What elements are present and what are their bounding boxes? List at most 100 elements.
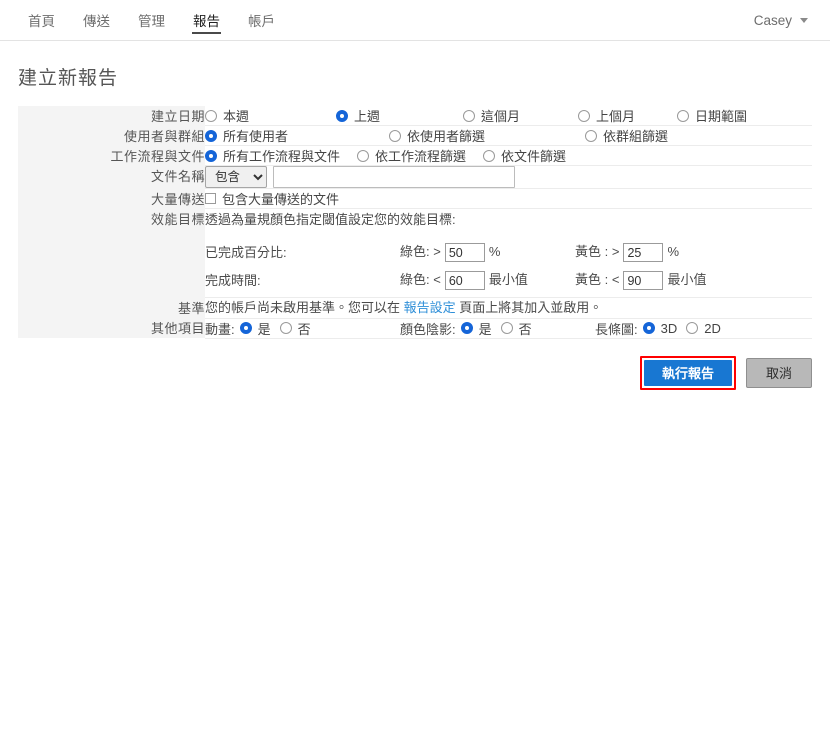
radio-label: 上個月 <box>596 109 636 124</box>
radio-icon[interactable] <box>279 322 292 335</box>
yellow-unit-label: % <box>667 244 679 259</box>
yellow-unit-label: 最小值 <box>667 272 707 288</box>
radio-option-animation-yes[interactable]: 是 <box>239 319 271 338</box>
field-workflows-documents: 所有工作流程與文件 依工作流程篩選 依文件篩選 <box>205 145 812 166</box>
radio-icon[interactable] <box>483 149 496 162</box>
cancel-button[interactable]: 取消 <box>746 357 812 388</box>
top-navigation-bar: 首頁 傳送 管理 報告 帳戶 Casey <box>0 0 830 41</box>
green-completed-percent-input[interactable] <box>444 243 485 263</box>
form-actions: 執行報告 取消 <box>18 355 812 390</box>
radio-icon[interactable] <box>686 322 699 335</box>
user-menu[interactable]: Casey <box>754 0 814 40</box>
nav-item-home[interactable]: 首頁 <box>14 0 69 40</box>
checkbox-include-mega-sign-documents[interactable]: 包含大量傳送的文件 <box>205 189 339 208</box>
radio-option-date-range[interactable]: 日期範圍 <box>677 106 790 125</box>
radio-option-color-shading-no[interactable]: 否 <box>500 319 532 338</box>
form-row-workflows-documents: 工作流程與文件 所有工作流程與文件 依工作流程篩選 依文件篩選 <box>18 145 812 166</box>
nav-item-label: 首頁 <box>28 14 55 29</box>
chevron-down-icon <box>800 17 808 23</box>
radio-option-last-month[interactable]: 上個月 <box>578 106 677 125</box>
performance-row-label: 已完成百分比: <box>205 245 287 261</box>
color-shading-option-group: 顏色陰影: 是 否 <box>400 319 595 338</box>
radio-icon-selected[interactable] <box>239 322 252 335</box>
radio-icon[interactable] <box>677 109 689 122</box>
green-unit-label: 最小值 <box>488 272 528 288</box>
radio-icon-selected[interactable] <box>205 149 217 162</box>
document-name-controls: 包含 <box>205 166 812 188</box>
radio-icon-selected[interactable] <box>460 322 473 335</box>
nav-item-label: 報告 <box>193 14 220 29</box>
radio-option-animation-no[interactable]: 否 <box>279 319 311 338</box>
radio-icon[interactable] <box>205 109 217 122</box>
yellow-completed-percent-input[interactable] <box>623 243 664 263</box>
label-other-items: 其他項目 <box>18 318 205 339</box>
radio-icon-selected[interactable] <box>205 129 217 142</box>
nav-item-account[interactable]: 帳戶 <box>234 0 289 40</box>
radio-option-all-users[interactable]: 所有使用者 <box>205 126 389 145</box>
nav-item-label: 管理 <box>138 14 165 29</box>
field-performance-goals: 透過為量規顏色指定閾值設定您的效能目標: 已完成百分比: 綠色: >% 黃色 :… <box>205 208 812 299</box>
nav-item-label: 傳送 <box>83 14 110 29</box>
document-name-input[interactable] <box>273 166 515 188</box>
radio-option-this-month[interactable]: 這個月 <box>463 106 578 125</box>
radio-label: 依工作流程篩選 <box>375 149 467 164</box>
color-shading-group-label: 顏色陰影: <box>400 321 456 337</box>
yellow-completion-time-input[interactable] <box>623 271 664 291</box>
report-settings-link[interactable]: 報告設定 <box>404 300 456 315</box>
radio-option-bar-chart-3d[interactable]: 3D <box>642 320 678 336</box>
radio-icon[interactable] <box>389 129 401 142</box>
radio-option-last-week[interactable]: 上週 <box>336 106 463 125</box>
created-date-radio-group: 本週 上週 這個月 上個月 日期範圍 <box>205 106 812 125</box>
radio-icon-selected[interactable] <box>642 322 655 335</box>
nav-item-reports[interactable]: 報告 <box>179 0 234 40</box>
field-document-name: 包含 <box>205 165 812 189</box>
label-users-groups: 使用者與群組 <box>18 125 205 146</box>
nav-item-send[interactable]: 傳送 <box>69 0 124 40</box>
performance-row-completion-time: 完成時間: 綠色: < 最小值 黃色 : < 最小值 <box>205 269 706 297</box>
nav-item-manage[interactable]: 管理 <box>124 0 179 40</box>
radio-icon[interactable] <box>578 109 590 122</box>
radio-option-filter-by-document[interactable]: 依文件篩選 <box>483 146 566 165</box>
radio-option-filter-by-workflow[interactable]: 依工作流程篩選 <box>357 146 466 165</box>
run-report-button[interactable]: 執行報告 <box>644 359 732 386</box>
checkbox-icon[interactable] <box>205 193 216 204</box>
performance-goals-table: 已完成百分比: 綠色: >% 黃色 : >% 完成時間: 綠色: < 最小值 <box>205 241 706 297</box>
radio-label: 所有使用者 <box>223 129 289 144</box>
form-row-other-items: 其他項目 動畫: 是 否 顏色陰影: 是 否 長條圖: 3D 2D <box>18 318 812 339</box>
radio-label: 否 <box>518 321 532 337</box>
radio-label: 3D <box>660 320 678 336</box>
document-name-operator-select[interactable]: 包含 <box>205 166 267 188</box>
radio-label: 是 <box>478 321 492 337</box>
green-completion-time-input[interactable] <box>444 271 485 291</box>
label-baseline: 基準 <box>18 297 205 319</box>
radio-label: 上週 <box>354 109 381 124</box>
radio-icon[interactable] <box>500 322 513 335</box>
radio-icon-selected[interactable] <box>336 109 348 122</box>
field-baseline: 您的帳戶尚未啟用基準。您可以在 報告設定 頁面上將其加入並啟用。 <box>205 297 812 319</box>
radio-option-color-shading-yes[interactable]: 是 <box>460 319 492 338</box>
label-created-date: 建立日期 <box>18 106 205 126</box>
radio-option-this-week[interactable]: 本週 <box>205 106 336 125</box>
field-mega-sign: 包含大量傳送的文件 <box>205 188 812 209</box>
radio-option-bar-chart-2d[interactable]: 2D <box>686 321 721 336</box>
radio-label: 依文件篩選 <box>501 149 567 164</box>
performance-yellow-threshold: 黃色 : < 最小值 <box>575 269 706 297</box>
form-row-mega-sign: 大量傳送 包含大量傳送的文件 <box>18 188 812 209</box>
user-name-label: Casey <box>753 12 792 28</box>
radio-label: 這個月 <box>481 109 521 124</box>
radio-option-filter-by-user[interactable]: 依使用者篩選 <box>389 126 585 145</box>
radio-option-filter-by-group[interactable]: 依群組篩選 <box>585 126 668 145</box>
label-performance-goals: 效能目標 <box>18 208 205 298</box>
other-items-groups: 動畫: 是 否 顏色陰影: 是 否 長條圖: 3D 2D <box>205 319 812 338</box>
label-document-name: 文件名稱 <box>18 165 205 189</box>
performance-yellow-threshold: 黃色 : >% <box>575 241 706 269</box>
radio-icon[interactable] <box>357 149 370 162</box>
form-row-baseline: 基準 您的帳戶尚未啟用基準。您可以在 報告設定 頁面上將其加入並啟用。 <box>18 297 812 319</box>
label-mega-sign: 大量傳送 <box>18 188 205 209</box>
green-unit-label: % <box>488 244 501 259</box>
radio-icon[interactable] <box>585 129 597 142</box>
radio-icon[interactable] <box>463 109 475 122</box>
form-row-users-groups: 使用者與群組 所有使用者 依使用者篩選 依群組篩選 <box>18 125 812 146</box>
form-row-document-name: 文件名稱 包含 <box>18 165 812 189</box>
radio-option-all-workflows-documents[interactable]: 所有工作流程與文件 <box>205 146 340 165</box>
